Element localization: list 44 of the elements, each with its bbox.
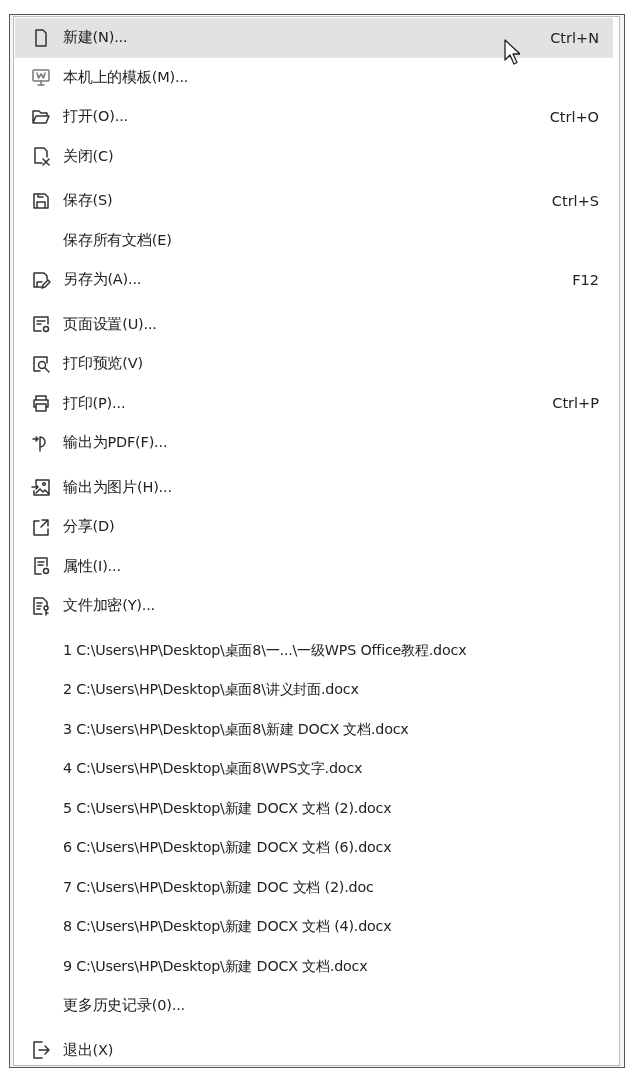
menu-item[interactable]: 打开(O)... Ctrl+O bbox=[15, 97, 613, 137]
recent-file-item[interactable]: 1 C:\Users\HP\Desktop\桌面8\一...\一级WPS Office教程.docx bbox=[15, 630, 613, 670]
mouse-pointer-icon bbox=[504, 39, 520, 65]
printer-icon bbox=[31, 393, 51, 414]
menu-item[interactable]: 文件加密(Y)... bbox=[15, 586, 613, 626]
monitor-icon bbox=[31, 67, 51, 88]
menu-item[interactable]: 关闭(C) bbox=[15, 136, 613, 176]
menu-item[interactable]: 退出(X) bbox=[15, 1030, 613, 1070]
share-icon bbox=[31, 516, 51, 537]
menu-item[interactable]: 保存(S) Ctrl+S bbox=[15, 181, 613, 221]
save-as-icon bbox=[31, 269, 51, 290]
menu-item[interactable]: 新建(N)... Ctrl+N bbox=[15, 18, 613, 58]
close-document-icon bbox=[31, 146, 51, 167]
menu-item[interactable]: 另存为(A)... F12 bbox=[15, 260, 613, 300]
menu-item[interactable]: 输出为图片(H)... bbox=[15, 467, 613, 507]
save-icon bbox=[31, 190, 51, 211]
image-export-icon bbox=[31, 477, 51, 498]
shortcut-label: Ctrl+O bbox=[549, 108, 599, 125]
recent-file-item[interactable]: 9 C:\Users\HP\Desktop\新建 DOCX 文档.docx bbox=[15, 946, 613, 986]
recent-file-item[interactable]: 5 C:\Users\HP\Desktop\新建 DOCX 文档 (2).docx bbox=[15, 788, 613, 828]
recent-file-item[interactable]: 7 C:\Users\HP\Desktop\新建 DOC 文档 (2).doc bbox=[15, 867, 613, 907]
menu-item[interactable]: 分享(D) bbox=[15, 507, 613, 547]
menu-item[interactable]: 输出为PDF(F)... bbox=[15, 423, 613, 463]
shortcut-label: F12 bbox=[572, 271, 599, 288]
menu-item[interactable]: 更多历史记录(0)... bbox=[15, 986, 613, 1026]
exit-icon bbox=[31, 1040, 51, 1061]
properties-icon bbox=[31, 556, 51, 577]
recent-file-item[interactable]: 3 C:\Users\HP\Desktop\桌面8\新建 DOCX 文档.docx bbox=[15, 709, 613, 749]
menu-item[interactable]: 打印(P)... Ctrl+P bbox=[15, 383, 613, 423]
print-preview-icon bbox=[31, 353, 51, 374]
menu-item[interactable]: 本机上的模板(M)... bbox=[15, 57, 613, 97]
recent-file-item[interactable]: 4 C:\Users\HP\Desktop\桌面8\WPS文字.docx bbox=[15, 749, 613, 789]
shortcut-label: Ctrl+N bbox=[550, 29, 599, 46]
shortcut-label: Ctrl+S bbox=[551, 192, 599, 209]
page-settings-icon bbox=[31, 314, 51, 335]
menu-item[interactable]: 打印预览(V) bbox=[15, 344, 613, 384]
document-lock-icon bbox=[31, 595, 51, 616]
recent-file-item[interactable]: 8 C:\Users\HP\Desktop\新建 DOCX 文档 (4).docx bbox=[15, 907, 613, 947]
recent-file-item[interactable]: 2 C:\Users\HP\Desktop\桌面8\讲义封面.docx bbox=[15, 670, 613, 710]
menu-item[interactable]: 保存所有文档(E) bbox=[15, 220, 613, 260]
recent-file-item[interactable]: 6 C:\Users\HP\Desktop\新建 DOCX 文档 (6).docx bbox=[15, 828, 613, 868]
menu-item[interactable]: 页面设置(U)... bbox=[15, 304, 613, 344]
menu-item[interactable]: 属性(I)... bbox=[15, 546, 613, 586]
shortcut-label: Ctrl+P bbox=[552, 395, 599, 412]
